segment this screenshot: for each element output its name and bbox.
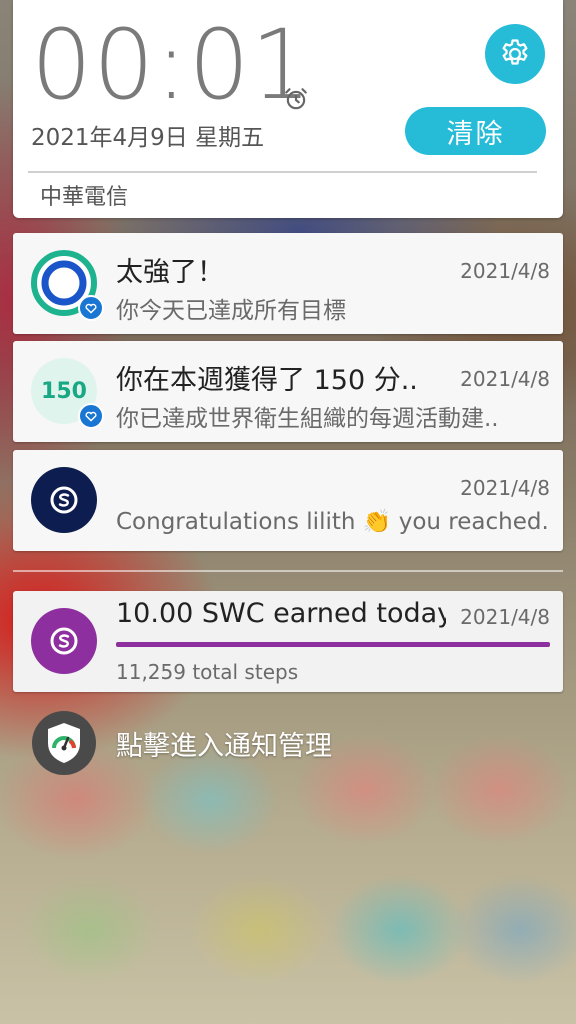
points-icon-text: 150 xyxy=(41,378,87,404)
date-label: 2021年4月9日 星期五 xyxy=(31,125,265,151)
notification-time: 2021/4/8 xyxy=(460,476,550,500)
gear-icon xyxy=(502,39,528,65)
notification-title: 太強了！ xyxy=(116,257,224,288)
settings-button[interactable] xyxy=(485,24,545,84)
alarm-clock-icon xyxy=(285,88,307,110)
notification-fit-points[interactable]: 150 你在本週獲得了 150 分.. 2021/4/8 你已達成世界衛生組織的… xyxy=(13,341,563,442)
notification-sweatcoin-earned[interactable]: 10.00 SWC earned today 2021/4/8 11,259 t… xyxy=(13,591,563,692)
notification-body: 11,259 total steps xyxy=(116,660,299,684)
notification-title: 你在本週獲得了 150 分.. xyxy=(116,365,418,396)
steps-progress-fill xyxy=(116,642,550,647)
notification-sweatcoin-congrats[interactable]: 2021/4/8 Congratulations lilith 👏 you re… xyxy=(13,450,563,551)
notification-body: 你已達成世界衛生組織的每週活動建.. xyxy=(116,406,499,432)
notification-title: 10.00 SWC earned today xyxy=(116,598,446,629)
clear-button[interactable]: 清除 xyxy=(405,107,546,155)
notification-fit-goals[interactable]: 太強了！ 2021/4/8 你今天已達成所有目標 xyxy=(13,233,563,334)
sweatcoin-icon xyxy=(31,608,97,674)
notification-time: 2021/4/8 xyxy=(460,605,550,629)
shield-speedometer-icon xyxy=(32,711,96,775)
notification-time: 2021/4/8 xyxy=(460,367,550,391)
sweatcoin-icon xyxy=(31,467,97,533)
section-divider xyxy=(13,570,563,572)
carrier-label: 中華電信 xyxy=(40,185,129,210)
clock-time: 00:01 xyxy=(31,9,313,121)
steps-progress-bar xyxy=(116,642,550,647)
manage-notifications-label[interactable]: 點擊進入通知管理 xyxy=(116,724,332,763)
lockscreen-card: 00:01 2021年4月9日 星期五 清除 中華電信 xyxy=(13,0,563,218)
divider xyxy=(28,171,537,173)
manage-notifications-row[interactable]: 點擊進入通知管理 xyxy=(32,710,332,776)
heart-badge-icon xyxy=(78,403,104,429)
notification-time: 2021/4/8 xyxy=(460,259,550,283)
heart-badge-icon xyxy=(78,295,104,321)
notification-body: Congratulations lilith 👏 you reached.. xyxy=(116,509,551,535)
notification-body: 你今天已達成所有目標 xyxy=(116,298,346,324)
